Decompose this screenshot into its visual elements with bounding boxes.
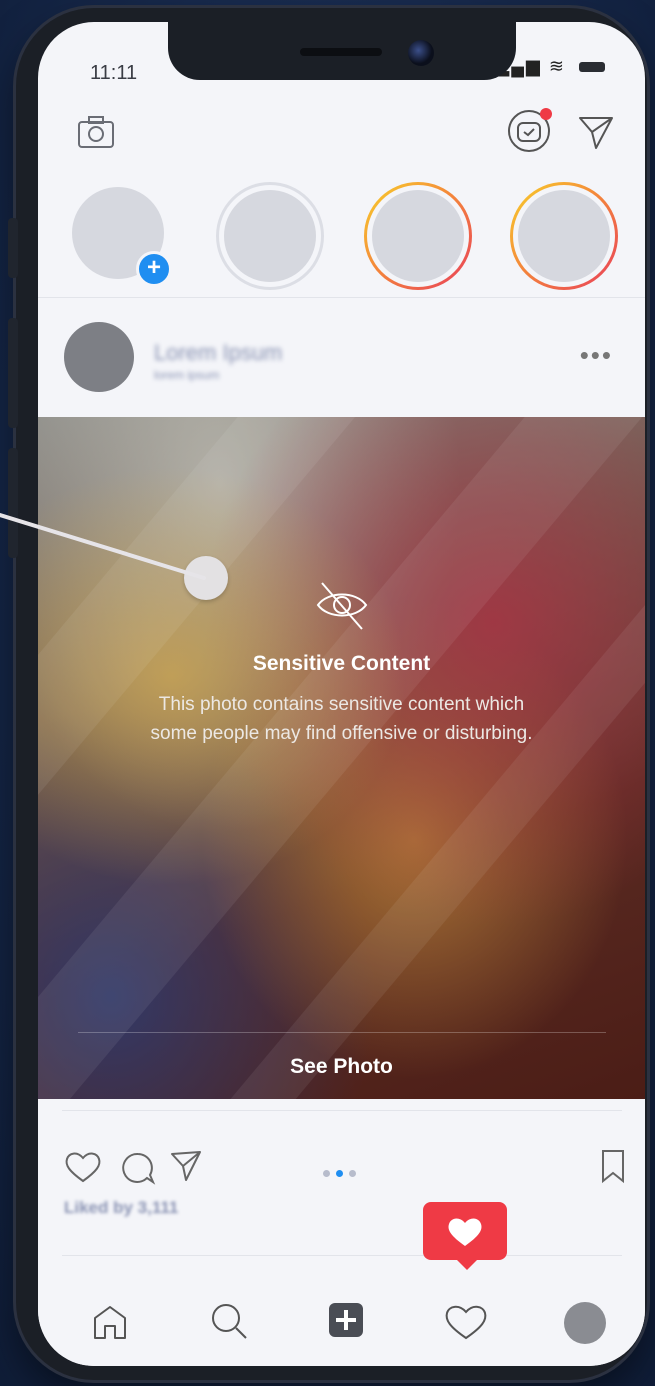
heart-icon[interactable] <box>62 1148 104 1186</box>
story-avatar <box>224 190 316 282</box>
sensitive-photo: Sensitive Content This photo contains se… <box>38 417 645 1099</box>
comment-icon[interactable] <box>118 1148 158 1188</box>
divider <box>78 1032 606 1033</box>
volume-down-button <box>8 448 18 558</box>
story-item[interactable] <box>510 182 618 290</box>
camera-icon[interactable] <box>76 112 116 152</box>
notch <box>168 22 516 80</box>
front-camera <box>408 40 434 66</box>
author-avatar[interactable] <box>64 322 134 392</box>
sensitive-content-description: This photo contains sensitive content wh… <box>150 694 533 744</box>
mute-switch <box>8 218 18 278</box>
sensitive-content-title: Sensitive Content <box>252 652 431 675</box>
search-icon[interactable] <box>206 1298 252 1344</box>
wifi-icon: ≋ <box>548 56 566 76</box>
speaker <box>300 48 382 56</box>
profile-avatar[interactable] <box>564 1302 606 1344</box>
top-bar <box>38 92 645 168</box>
stories-tray: + <box>38 167 645 298</box>
story-avatar <box>372 190 464 282</box>
sensitive-overlay: Sensitive Content This photo contains se… <box>38 577 645 748</box>
volume-up-button <box>8 318 18 428</box>
post-header: Lorem Ipsum lorem ipsum ••• <box>38 298 645 416</box>
liked-by-text[interactable]: Liked by 3,111 <box>64 1198 178 1218</box>
post-actions: Liked by 3,111 <box>38 1100 645 1260</box>
bottom-tab-bar <box>38 1202 645 1366</box>
battery-icon <box>579 62 605 73</box>
author-username[interactable]: Lorem Ipsum <box>154 340 282 366</box>
eye-off-icon <box>316 582 367 630</box>
activity-heart-icon[interactable] <box>442 1300 490 1344</box>
see-photo-button[interactable]: See Photo <box>38 1055 645 1079</box>
add-story-badge[interactable]: + <box>136 251 172 287</box>
carousel-pager <box>320 1164 359 1182</box>
heart-icon <box>448 1218 482 1246</box>
status-time: 11:11 <box>90 62 138 84</box>
send-icon[interactable] <box>574 110 618 154</box>
story-item[interactable] <box>216 182 324 290</box>
share-icon[interactable] <box>166 1146 206 1186</box>
author-location: lorem ipsum <box>154 368 220 382</box>
phone-screen: 11:11 ▂▄▆ ≋ + Lorem Ipsum lorem ipsum ••… <box>38 22 645 1366</box>
home-icon[interactable] <box>88 1300 132 1344</box>
story-avatar <box>518 190 610 282</box>
bookmark-icon[interactable] <box>598 1146 628 1186</box>
story-item[interactable] <box>364 182 472 290</box>
annotation-dot <box>184 556 228 600</box>
more-options-button[interactable]: ••• <box>580 340 613 371</box>
activity-notification-badge <box>423 1202 507 1270</box>
add-post-icon[interactable] <box>326 1300 366 1340</box>
your-story[interactable]: + <box>72 187 172 287</box>
igtv-icon[interactable] <box>506 106 554 154</box>
